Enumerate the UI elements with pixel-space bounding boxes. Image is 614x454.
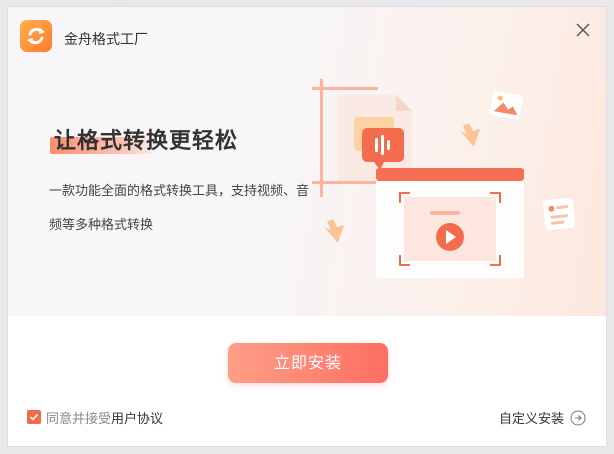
document-icon xyxy=(542,197,576,231)
app-logo-icon xyxy=(20,20,52,52)
image-icon xyxy=(489,91,523,120)
agree-checkbox[interactable] xyxy=(27,410,41,424)
arrow-right-circle-icon xyxy=(570,410,586,425)
headline: 让格式转换更轻松 xyxy=(54,129,239,154)
install-now-button[interactable]: 立即安装 xyxy=(228,343,388,383)
custom-install-button[interactable]: 自定义安装 xyxy=(499,408,586,427)
close-button[interactable] xyxy=(574,21,592,39)
subtitle: 一款功能全面的格式转换工具，支持视频、音频等多种格式转换 xyxy=(49,184,310,233)
agree-text: 同意并接受 xyxy=(46,411,112,427)
title-bar: 金舟格式工厂 xyxy=(8,7,606,53)
app-title: 金舟格式工厂 xyxy=(64,32,148,48)
agreement-row: 同意并接受 用户协议 xyxy=(27,408,163,427)
close-icon xyxy=(576,23,590,37)
installer-window: 金舟格式工厂 让格式转换更轻松 一款功能全面的格式转换工具，支持视频、音频等多种… xyxy=(7,6,607,447)
user-agreement-link[interactable]: 用户协议 xyxy=(111,408,163,427)
checkmark-icon xyxy=(29,413,39,421)
hero-banner: 金舟格式工厂 让格式转换更轻松 一款功能全面的格式转换工具，支持视频、音频等多种… xyxy=(8,7,606,316)
conversion-illustration xyxy=(312,79,576,278)
custom-install-label: 自定义安装 xyxy=(498,412,564,427)
